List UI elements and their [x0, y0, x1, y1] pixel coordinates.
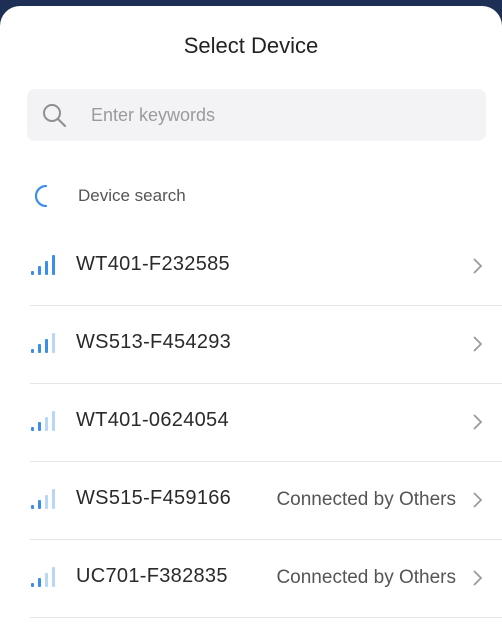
signal-bar: [38, 500, 41, 509]
device-status: Connected by Others: [276, 489, 456, 510]
signal-bar: [45, 261, 48, 275]
signal-bar: [31, 427, 34, 431]
signal-strength-icon: [31, 411, 55, 431]
signal-strength-icon: [31, 255, 55, 275]
signal-bar: [38, 578, 41, 587]
signal-bar: [52, 567, 55, 587]
signal-bar: [52, 333, 55, 353]
chevron-right-icon: [473, 336, 483, 352]
signal-bar: [38, 266, 41, 275]
signal-bar: [31, 583, 34, 587]
device-name: WS513-F454293: [76, 331, 232, 353]
signal-bar: [52, 255, 55, 275]
device-row[interactable]: WT401-0624054: [30, 384, 502, 462]
signal-bar: [38, 422, 41, 431]
search-input[interactable]: [91, 89, 471, 141]
device-row[interactable]: UC701-F382835 Connected by Others: [30, 540, 502, 618]
signal-bar: [31, 271, 34, 275]
signal-bar: [31, 505, 34, 509]
page-title: Select Device: [183, 33, 319, 58]
device-row[interactable]: WS515-F459166 Connected by Others: [30, 462, 502, 540]
signal-strength-icon: [31, 333, 55, 353]
search-bar[interactable]: [27, 89, 486, 141]
signal-strength-icon: [31, 489, 55, 509]
device-name: WT401-0624054: [76, 409, 229, 431]
device-status: Connected by Others: [276, 567, 456, 588]
device-row[interactable]: WT401-F232585: [30, 228, 502, 306]
chevron-right-icon: [473, 414, 483, 430]
signal-bar: [45, 339, 48, 353]
signal-bar: [45, 573, 48, 587]
signal-bar: [45, 495, 48, 509]
device-list: WT401-F232585 WS513-F454293 WT401-062405…: [0, 228, 502, 618]
signal-bar: [31, 349, 34, 353]
loading-spinner-icon: [34, 184, 48, 208]
signal-strength-icon: [31, 567, 55, 587]
device-search-status: Device search: [30, 181, 330, 211]
chevron-right-icon: [473, 258, 483, 274]
signal-bar: [38, 344, 41, 353]
signal-bar: [52, 489, 55, 509]
signal-bar: [52, 411, 55, 431]
device-name: UC701-F382835: [76, 565, 228, 587]
device-row[interactable]: WS513-F454293: [30, 306, 502, 384]
device-name: WT401-F232585: [76, 253, 230, 275]
signal-bar: [45, 417, 48, 431]
search-icon: [43, 104, 66, 127]
device-search-label: Device search: [78, 186, 186, 205]
device-name: WS515-F459166: [76, 487, 232, 509]
chevron-right-icon: [473, 492, 483, 508]
select-device-sheet: Select Device Device search WT401-F23258…: [0, 6, 502, 633]
chevron-right-icon: [473, 570, 483, 586]
